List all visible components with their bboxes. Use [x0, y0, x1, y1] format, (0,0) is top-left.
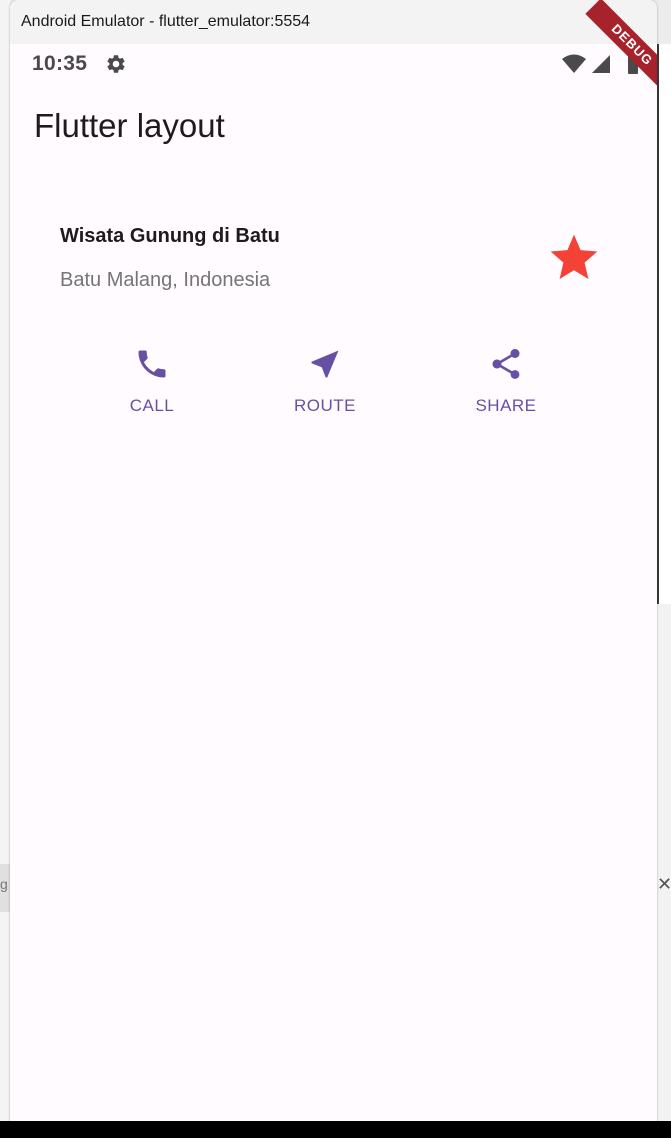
gear-icon [107, 55, 125, 73]
button-section: CALL ROUTE SHARE [10, 340, 657, 440]
call-icon [138, 350, 166, 378]
share-icon [492, 349, 520, 379]
background-window-left [0, 0, 10, 1138]
status-time: 10:35 [32, 52, 88, 75]
share-button[interactable]: SHARE [446, 340, 566, 430]
place-location: Batu Malang, Indonesia [60, 269, 271, 291]
background-window-text: g [0, 876, 8, 892]
signal-icon [592, 55, 610, 73]
share-label: SHARE [475, 396, 537, 415]
title-section: Wisata Gunung di Batu Batu Malang, Indon… [60, 220, 620, 310]
call-button[interactable]: CALL [92, 340, 212, 430]
desktop: g ✕ Android Emulator - flutter_emulator:… [0, 0, 671, 1138]
call-label: CALL [129, 396, 175, 415]
android-status-bar: 10:35 [10, 44, 657, 84]
route-label: ROUTE [294, 396, 356, 415]
near-me-icon [311, 350, 339, 378]
wifi-icon [562, 54, 586, 73]
window-title: Android Emulator - flutter_emulator:5554 [21, 13, 311, 30]
background-window-edge [657, 44, 659, 604]
route-button[interactable]: ROUTE [265, 340, 385, 430]
taskbar-edge [0, 1121, 671, 1138]
star-icon[interactable] [546, 230, 602, 286]
place-name: Wisata Gunung di Batu [60, 225, 280, 247]
emulator-window: Android Emulator - flutter_emulator:5554… [10, 0, 657, 1138]
background-close-icon[interactable]: ✕ [657, 874, 671, 894]
background-window-lower [657, 604, 671, 1138]
page-title: Flutter layout [34, 107, 225, 144]
window-title-bar[interactable]: Android Emulator - flutter_emulator:5554 [10, 0, 657, 44]
